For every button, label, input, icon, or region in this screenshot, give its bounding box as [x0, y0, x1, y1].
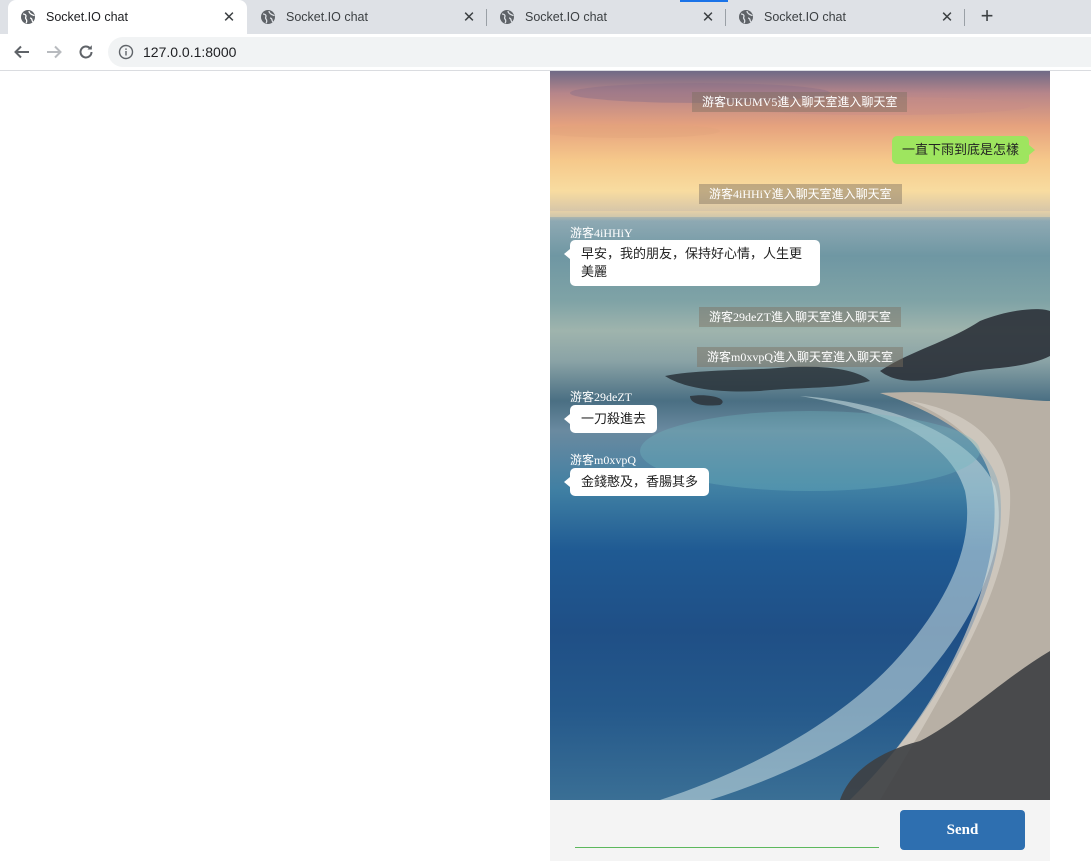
close-tab-icon[interactable]: ✕	[939, 8, 955, 26]
send-button[interactable]: Send	[900, 810, 1025, 850]
tab-title: Socket.IO chat	[525, 10, 607, 24]
own-message-bubble: 一直下雨到底是怎樣	[891, 136, 1036, 164]
tab-4[interactable]: Socket.IO chat ✕	[726, 0, 965, 34]
message-username: 游客4iHHiY	[570, 226, 633, 240]
tab-title: Socket.IO chat	[764, 10, 846, 24]
system-message: 游客m0xvpQ進入聊天室進入聊天室	[697, 347, 904, 367]
url-text: 127.0.0.1:8000	[143, 44, 237, 60]
tab-3[interactable]: Socket.IO chat ✕	[487, 0, 726, 34]
reload-icon	[79, 45, 93, 59]
new-tab-button[interactable]: +	[976, 5, 998, 29]
browser-toolbar: 127.0.0.1:8000	[0, 34, 1091, 71]
tab-2[interactable]: Socket.IO chat ✕	[248, 0, 487, 34]
system-message: 游客UKUMV5進入聊天室進入聊天室	[692, 92, 908, 112]
message-bubble: 早安，我的朋友，保持好心情，人生更美麗	[564, 240, 820, 286]
arrow-right-icon	[47, 45, 62, 59]
system-message: 游客4iHHiY進入聊天室進入聊天室	[699, 184, 902, 204]
message-composer: Send	[550, 800, 1050, 861]
globe-icon	[500, 10, 514, 24]
beach-background-image	[550, 83, 1050, 800]
chat-window: 游客UKUMV5進入聊天室進入聊天室 一直下雨到底是怎樣 游客4iHHiY進入聊…	[550, 71, 1050, 861]
message-bubble: 一刀殺進去	[563, 405, 658, 433]
arrow-left-icon	[14, 45, 29, 59]
message-bubble: 金錢憨及，香腸其多	[563, 468, 710, 496]
globe-icon	[21, 10, 35, 24]
tab-title: Socket.IO chat	[286, 10, 368, 24]
reload-button[interactable]	[74, 40, 98, 64]
tab-strip: Socket.IO chat ✕ Socket.IO chat ✕ Socket…	[0, 0, 1091, 34]
globe-icon	[739, 10, 753, 24]
tab-separator	[964, 9, 965, 26]
close-tab-icon[interactable]: ✕	[461, 8, 477, 26]
close-tab-icon[interactable]: ✕	[700, 8, 716, 26]
message-input[interactable]	[575, 819, 879, 848]
forward-button[interactable]	[42, 40, 66, 64]
message-username: 游客29deZT	[570, 390, 632, 404]
chat-messages-area: 游客UKUMV5進入聊天室進入聊天室 一直下雨到底是怎樣 游客4iHHiY進入聊…	[550, 71, 1050, 800]
tab-1[interactable]: Socket.IO chat ✕	[8, 0, 247, 34]
message-username: 游客m0xvpQ	[570, 453, 637, 467]
close-tab-icon[interactable]: ✕	[221, 8, 237, 26]
system-message: 游客29deZT進入聊天室進入聊天室	[699, 307, 901, 327]
tab-title: Socket.IO chat	[46, 10, 128, 24]
address-bar[interactable]: 127.0.0.1:8000	[108, 37, 1091, 67]
info-icon[interactable]	[118, 44, 134, 60]
globe-icon	[261, 10, 275, 24]
back-button[interactable]	[10, 40, 34, 64]
